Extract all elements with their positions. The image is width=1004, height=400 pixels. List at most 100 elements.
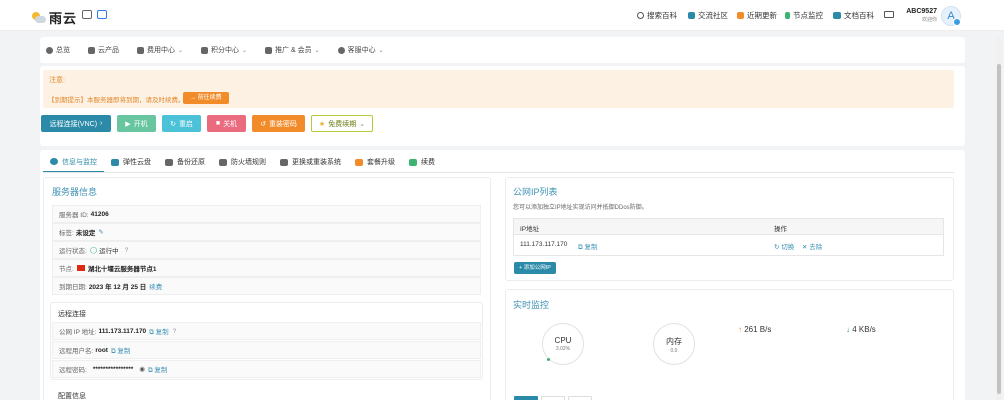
billing-icon: [137, 46, 144, 54]
chat-icon: [688, 12, 695, 19]
col-ip: IP地址: [520, 226, 540, 233]
notice-title: 注意:: [49, 77, 65, 84]
scrollbar-thumb[interactable]: [997, 64, 1001, 394]
brand-name: 雨云: [49, 11, 78, 26]
nav-cloud-products[interactable]: 云产品: [88, 45, 119, 55]
copy-user-button[interactable]: ⧉ 复制: [111, 345, 130, 356]
chevron-down-icon: ⌄: [242, 47, 248, 54]
nav-promotion[interactable]: 推广 & 会员 ⌄: [265, 45, 320, 55]
detail-tabs: 信息与监控 弹性云盘 备份还原 防火墙规则 更换或重装系统 套餐升级 续费: [43, 152, 442, 172]
monitor-tab[interactable]: [568, 396, 592, 400]
arrow-up-icon: ↑: [738, 325, 742, 334]
nav-billing[interactable]: 费用中心 ⌄: [137, 45, 183, 55]
remove-ip-link[interactable]: ✕ 去除: [802, 241, 822, 251]
avatar[interactable]: A: [941, 6, 961, 26]
user-info[interactable]: ABC9527 欢迎你: [906, 8, 937, 23]
update-icon: [737, 12, 744, 19]
tab-firewall[interactable]: 防火墙规则: [212, 152, 273, 172]
chevron-right-icon: ›: [100, 120, 103, 127]
power-off-button[interactable]: ■ 关机: [207, 115, 246, 132]
nav-updates[interactable]: 近期更新: [737, 10, 777, 21]
nav-docs[interactable]: 文档百科: [833, 10, 874, 21]
users-icon: [265, 46, 273, 54]
chevron-down-icon: ⌄: [178, 47, 184, 54]
tab-upgrade[interactable]: 套餐升级: [348, 152, 402, 172]
chevron-down-icon: ⌄: [378, 47, 384, 54]
vnc-connect-button[interactable]: 远程连接(VNC) ›: [41, 115, 111, 132]
brand-logo[interactable]: 雨云: [32, 8, 77, 27]
col-operation: 操作: [774, 226, 787, 233]
search-icon: [637, 12, 644, 19]
gift-icon: [201, 46, 209, 54]
nav-points[interactable]: 积分中心 ⌄: [201, 45, 247, 55]
eye-icon[interactable]: ◉: [139, 365, 145, 373]
help-icon[interactable]: ?: [125, 247, 129, 254]
public-ip-desc: 您可以添加独立IP地址实现访问并抵御DDos防御。: [513, 205, 648, 211]
backup-icon: [165, 158, 173, 166]
running-icon: ◯: [89, 247, 98, 254]
status-dot: [953, 18, 961, 26]
info-row-status: 运行状态: ◯ 运行中 ?: [52, 241, 481, 259]
reset-icon: ↺: [260, 120, 266, 128]
nav-overview[interactable]: 总览: [46, 45, 70, 55]
remote-title: 远程连接: [58, 311, 86, 318]
server-actions: 远程连接(VNC) › ▶ 开机 ↻ 重启 ■ 关机 ↺ 重装密码 ★ 免费续期…: [41, 115, 373, 132]
renew-icon: [409, 158, 417, 166]
renew-link[interactable]: 续费: [149, 281, 162, 291]
play-icon: ▶: [125, 120, 131, 128]
cloud-sun-icon: [32, 11, 46, 24]
tab-reinstall[interactable]: 更换或重装系统: [273, 152, 348, 172]
main-nav: 总览 云产品 费用中心 ⌄ 积分中心 ⌄ 推广 & 会员 ⌄ 客服中心 ⌄: [40, 37, 965, 63]
stop-icon: ■: [215, 120, 221, 127]
upload-speed: ↑ 261 B/s: [738, 325, 772, 334]
reboot-button[interactable]: ↻ 重启: [162, 115, 201, 132]
notice-message: 【到期提示】本服务器即将到期，请及时续费。: [48, 97, 185, 104]
help-icon[interactable]: ?: [173, 328, 177, 335]
china-flag-icon: [76, 265, 85, 271]
monitor-tab-active[interactable]: [514, 396, 538, 400]
switch-ip-link[interactable]: ↻ 切换: [774, 241, 794, 251]
copy-ip-link[interactable]: ⧉ 复制: [578, 241, 597, 252]
renew-now-button[interactable]: → 前往续费: [183, 92, 229, 104]
info-row-expiry: 到期日期: 2023 年 12 月 25 日 续费: [52, 277, 481, 295]
ip-table: IP地址 操作 111.173.117.170 ⧉ 复制 ↻ 切换 ✕ 去除: [513, 218, 944, 256]
swap-icon: [280, 158, 288, 166]
info-row-node: 节点: 湖北十堰云服务器节点1: [52, 259, 481, 277]
add-public-ip-button[interactable]: + 添加公网IP: [514, 262, 556, 274]
refresh-icon: ↻: [170, 120, 176, 128]
tab-info-monitor[interactable]: 信息与监控: [43, 152, 104, 172]
reset-password-button[interactable]: ↺ 重装密码: [252, 115, 305, 132]
monitor-tab[interactable]: [541, 396, 565, 400]
firewall-icon: [219, 158, 227, 166]
edit-icon[interactable]: ✎: [98, 228, 103, 236]
power-on-button[interactable]: ▶ 开机: [117, 115, 156, 132]
screen-icon[interactable]: [82, 10, 92, 19]
mail-icon[interactable]: [884, 11, 894, 18]
tab-cloud-disk[interactable]: 弹性云盘: [104, 152, 158, 172]
tab-renew[interactable]: 续费: [402, 152, 442, 172]
free-renew-button[interactable]: ★ 免费续期 ⌄: [311, 115, 373, 132]
download-speed: ↓ 4 KB/s: [846, 325, 876, 334]
info-row-id: 服务器 ID: 41206: [52, 205, 481, 223]
tab-backup[interactable]: 备份还原: [158, 152, 212, 172]
expiry-notice: 注意: 【到期提示】本服务器即将到期，请及时续费。 → 前往续费: [43, 70, 954, 108]
ip-value: 111.173.117.170: [520, 241, 568, 248]
page-scrollbar[interactable]: [996, 38, 1002, 400]
copy-ip-button[interactable]: ⧉ 复制: [149, 326, 168, 337]
dashboard-icon: [46, 46, 53, 54]
cloud-icon: [88, 46, 95, 54]
cpu-gauge: CPU 3.02%: [542, 323, 584, 365]
tab-divider: [43, 172, 954, 173]
nav-node-monitor[interactable]: 节点监控: [785, 10, 823, 21]
book-icon: [833, 12, 841, 19]
copy-password-button[interactable]: ⧉ 复制: [148, 364, 167, 375]
info-row-tag: 标签: 未设定 ✎: [52, 223, 481, 241]
nav-community[interactable]: 交流社区: [688, 10, 728, 21]
display-icon[interactable]: [97, 10, 107, 19]
node-icon: [785, 12, 790, 19]
ip-table-header: [514, 219, 943, 235]
remote-row-user: 远程用户名: root ⧉ 复制: [52, 341, 481, 359]
memory-gauge: 内存 0.0: [653, 323, 695, 365]
nav-support[interactable]: 客服中心 ⌄: [337, 45, 384, 55]
nav-search-wiki[interactable]: 搜索百科: [637, 10, 677, 21]
